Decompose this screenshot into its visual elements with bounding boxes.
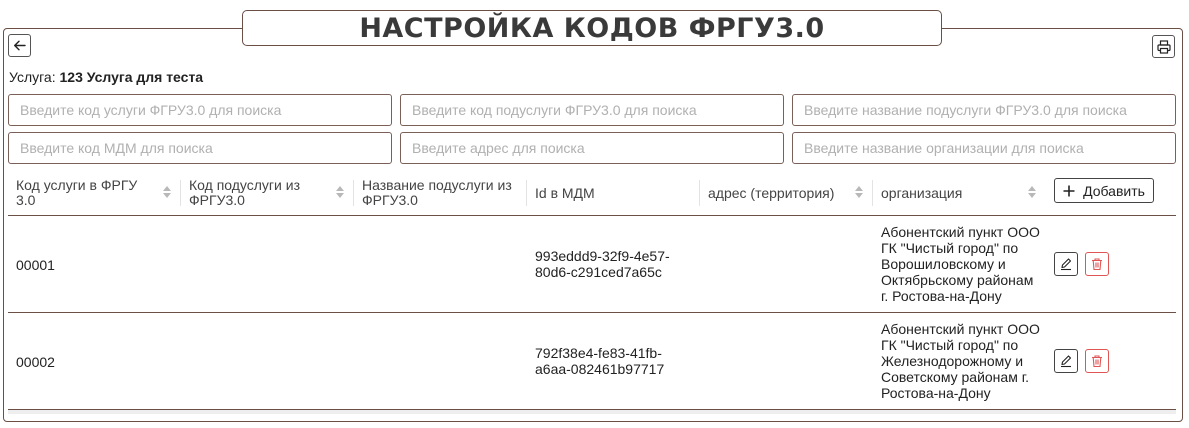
organization-cell: Абонентский пункт ООО ГК "Чистый город" … xyxy=(881,224,1040,304)
column-header-subservice-code[interactable]: Код подуслуги из ФРГУ3.0 xyxy=(189,170,329,216)
sort-icon[interactable] xyxy=(336,185,344,199)
subservice-code-search-input[interactable] xyxy=(400,94,784,126)
column-divider xyxy=(353,180,354,206)
column-header-mdm-id[interactable]: Id в МДМ xyxy=(535,170,675,216)
service-code-cell: 00001 xyxy=(16,257,55,273)
printer-icon xyxy=(1156,39,1171,54)
edit-button[interactable] xyxy=(1054,349,1078,373)
sort-icon[interactable] xyxy=(163,185,171,199)
column-header-organization[interactable]: организация xyxy=(881,170,1021,216)
page-title: НАСТРОЙКА КОДОВ ФРГУ3.0 xyxy=(359,12,825,44)
page-title-box: НАСТРОЙКА КОДОВ ФРГУ3.0 xyxy=(242,10,942,46)
delete-button[interactable] xyxy=(1085,349,1109,373)
plus-icon xyxy=(1063,185,1075,196)
column-divider xyxy=(526,180,527,206)
arrow-left-icon xyxy=(14,40,26,51)
table-header: Код услуги в ФРГУ 3.0 Код подуслуги из Ф… xyxy=(8,170,1176,216)
column-header-service-code[interactable]: Код услуги в ФРГУ 3.0 xyxy=(16,170,156,216)
delete-button[interactable] xyxy=(1085,252,1109,276)
trash-icon xyxy=(1092,258,1102,271)
column-divider xyxy=(699,180,700,206)
service-info: Услуга: 123 Услуга для теста xyxy=(9,69,203,85)
pencil-icon xyxy=(1061,258,1072,271)
service-code-search-input[interactable] xyxy=(8,94,392,126)
table-row: 00001 993eddd9-32f9-4e57-80d6-c291ced7a6… xyxy=(8,216,1176,313)
mdm-id-cell: 792f38e4-fe83-41fb-a6aa-082461b97717 xyxy=(535,345,665,377)
print-button[interactable] xyxy=(1152,35,1175,58)
column-header-subservice-name[interactable]: Название подуслуги из ФРГУ3.0 xyxy=(362,170,522,216)
column-divider xyxy=(872,180,873,206)
mdm-code-search-input[interactable] xyxy=(8,132,392,164)
sort-icon[interactable] xyxy=(1028,185,1036,199)
add-button[interactable]: Добавить xyxy=(1054,178,1154,203)
column-divider xyxy=(180,180,181,206)
address-search-input[interactable] xyxy=(400,132,784,164)
trash-icon xyxy=(1092,355,1102,368)
pencil-icon xyxy=(1061,355,1072,368)
column-header-address[interactable]: адрес (территория) xyxy=(708,170,848,216)
edit-button[interactable] xyxy=(1054,252,1078,276)
table-row: 00002 792f38e4-fe83-41fb-a6aa-082461b977… xyxy=(8,313,1176,410)
sort-icon[interactable] xyxy=(855,185,863,199)
service-name: 123 Услуга для теста xyxy=(59,69,204,85)
org-name-search-input[interactable] xyxy=(792,132,1176,164)
subservice-name-search-input[interactable] xyxy=(792,94,1176,126)
organization-cell: Абонентский пункт ООО ГК "Чистый город" … xyxy=(881,321,1040,401)
table-footer-strip xyxy=(8,410,1176,414)
mdm-id-cell: 993eddd9-32f9-4e57-80d6-c291ced7a65c xyxy=(535,248,670,280)
back-button[interactable] xyxy=(8,34,31,57)
service-code-cell: 00002 xyxy=(16,354,55,370)
service-label: Услуга: xyxy=(9,69,56,85)
